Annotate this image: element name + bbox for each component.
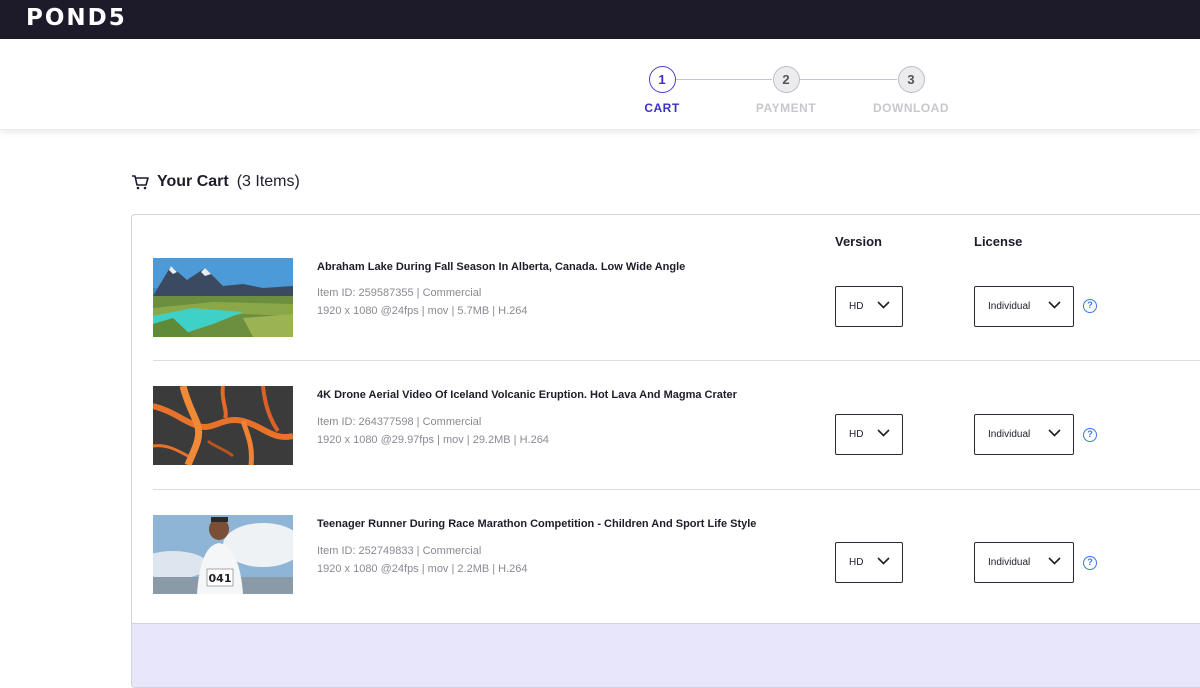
chevron-down-icon	[1048, 429, 1061, 437]
chevron-down-icon	[1048, 301, 1061, 309]
version-value: HD	[849, 429, 864, 440]
step-number: 2	[772, 66, 800, 93]
cart-item-row: 041 Teenager Runner During Race Marathon…	[153, 490, 1200, 619]
version-select[interactable]: HD	[835, 542, 903, 583]
item-specs: 1920 x 1080 @24fps | mov | 5.7MB | H.264	[317, 305, 528, 317]
cart-title: Your Cart	[157, 173, 229, 190]
item-specs: 1920 x 1080 @24fps | mov | 2.2MB | H.264	[317, 563, 528, 575]
license-select[interactable]: Individual	[974, 414, 1074, 455]
thumbnail-volcano[interactable]	[153, 386, 293, 465]
cart-footer-band	[132, 623, 1200, 687]
license-select[interactable]: Individual	[974, 542, 1074, 583]
cart-item-count: (3 Items)	[236, 173, 300, 190]
step-label: PAYMENT	[755, 101, 817, 115]
lake-image	[153, 258, 293, 337]
cart-heading: Your Cart (3 Items)	[131, 173, 300, 191]
item-title[interactable]: Teenager Runner During Race Marathon Com…	[317, 518, 756, 530]
checkout-stepper: 1 CART 2 PAYMENT 3 DOWNLOAD	[0, 39, 1200, 130]
step-cart[interactable]: 1 CART	[602, 66, 722, 115]
item-title[interactable]: Abraham Lake During Fall Season In Alber…	[317, 261, 685, 273]
cart-items-panel: Version License Abraham Lake During Fall…	[131, 214, 1200, 688]
license-value: Individual	[988, 301, 1031, 312]
version-select[interactable]: HD	[835, 286, 903, 327]
license-help-icon[interactable]: ?	[1083, 556, 1097, 570]
step-payment: 2 PAYMENT	[726, 66, 846, 115]
pond5-logo[interactable]: POND5	[26, 5, 127, 31]
top-bar: POND5	[0, 0, 1200, 39]
item-title[interactable]: 4K Drone Aerial Video Of Iceland Volcani…	[317, 389, 737, 401]
license-select[interactable]: Individual	[974, 286, 1074, 327]
step-number: 3	[897, 66, 925, 93]
runner-image: 041	[153, 515, 293, 594]
item-id: Item ID: 264377598 | Commercial	[317, 416, 482, 428]
cart-item-row: 4K Drone Aerial Video Of Iceland Volcani…	[153, 361, 1200, 490]
item-specs: 1920 x 1080 @29.97fps | mov | 29.2MB | H…	[317, 434, 549, 446]
step-number: 1	[648, 66, 676, 93]
cart-item-row: Abraham Lake During Fall Season In Alber…	[153, 232, 1200, 361]
version-select[interactable]: HD	[835, 414, 903, 455]
license-help-icon[interactable]: ?	[1083, 428, 1097, 442]
license-help-icon[interactable]: ?	[1083, 299, 1097, 313]
chevron-down-icon	[877, 429, 890, 437]
step-label: DOWNLOAD	[873, 101, 949, 115]
chevron-down-icon	[1048, 557, 1061, 565]
version-value: HD	[849, 557, 864, 568]
version-value: HD	[849, 301, 864, 312]
volcano-image	[153, 386, 293, 465]
item-id: Item ID: 259587355 | Commercial	[317, 287, 482, 299]
step-download: 3 DOWNLOAD	[851, 66, 971, 115]
chevron-down-icon	[877, 301, 890, 309]
bib-number: 041	[209, 572, 232, 585]
license-value: Individual	[988, 429, 1031, 440]
license-value: Individual	[988, 557, 1031, 568]
chevron-down-icon	[877, 557, 890, 565]
item-id: Item ID: 252749833 | Commercial	[317, 545, 482, 557]
step-label: CART	[644, 101, 680, 115]
thumbnail-lake[interactable]	[153, 258, 293, 337]
cart-icon	[132, 175, 149, 190]
thumbnail-runner[interactable]: 041	[153, 515, 293, 594]
